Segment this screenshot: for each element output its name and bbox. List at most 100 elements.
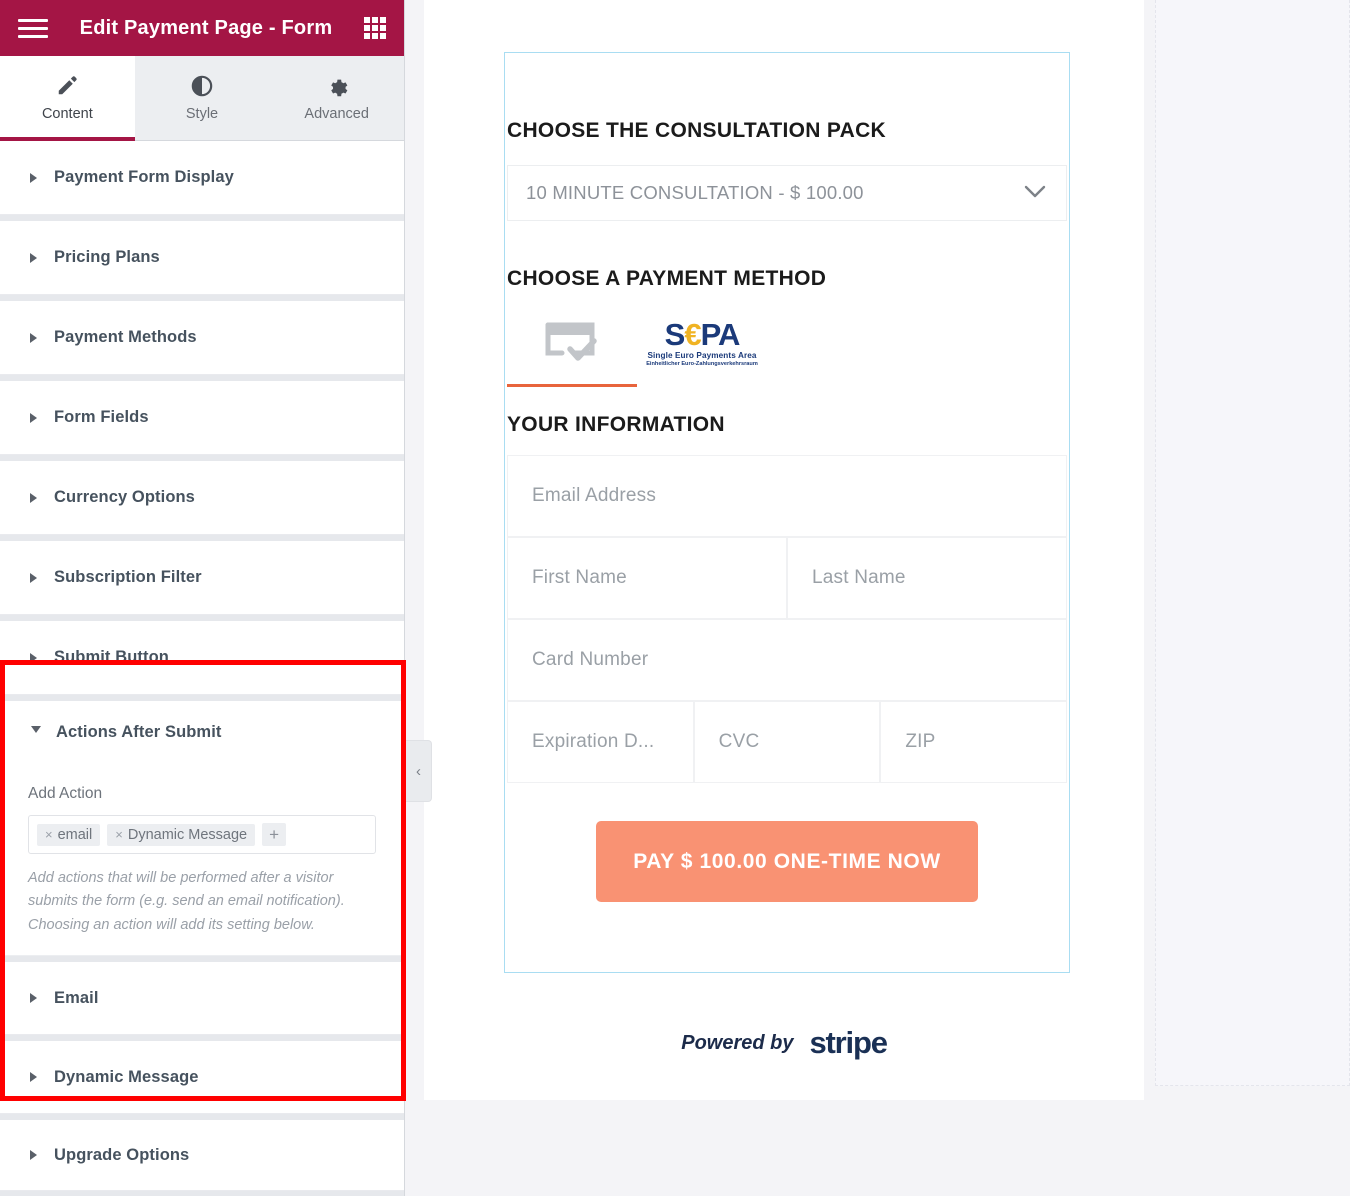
payment-form-inner: CHOOSE THE CONSULTATION PACK 10 MINUTE C…: [505, 53, 1069, 902]
payment-form-widget[interactable]: CHOOSE THE CONSULTATION PACK 10 MINUTE C…: [504, 52, 1070, 973]
last-name-field[interactable]: Last Name: [787, 537, 1067, 619]
sidebar-item-header[interactable]: Payment Methods: [0, 301, 404, 374]
tab-advanced[interactable]: Advanced: [269, 56, 404, 140]
remove-token-icon[interactable]: ×: [115, 827, 123, 842]
editor-sidebar: Edit Payment Page - Form Content Style A…: [0, 0, 405, 1196]
sidebar-item-header[interactable]: Form Fields: [0, 381, 404, 454]
sidebar-item-label: Payment Methods: [54, 328, 197, 346]
chevron-right-icon: [30, 332, 37, 343]
action-token-label: email: [57, 826, 93, 843]
page-title: Edit Payment Page - Form: [79, 16, 333, 39]
payment-method-heading: CHOOSE A PAYMENT METHOD: [507, 267, 827, 290]
cvc-field[interactable]: CVC: [693, 701, 881, 783]
card-payment-method[interactable]: [507, 299, 637, 387]
right-dashed-column: [1155, 0, 1350, 1086]
sepa-letter-s: S: [664, 316, 686, 352]
credit-card-check-icon: [544, 317, 600, 370]
sidebar-item-payment-methods[interactable]: Payment Methods: [0, 301, 404, 375]
remove-token-icon[interactable]: ×: [45, 827, 53, 842]
sidebar-item-pricing-plans[interactable]: Pricing Plans: [0, 221, 404, 295]
sidebar-tabs: Content Style Advanced: [0, 56, 404, 141]
email-field[interactable]: Email Address: [507, 455, 1067, 537]
chevron-down-icon: [31, 726, 41, 738]
sidebar-item-header[interactable]: Payment Form Display: [0, 141, 404, 214]
tab-style[interactable]: Style: [134, 56, 270, 140]
contrast-icon: [191, 75, 213, 97]
sidebar-item-label: Payment Form Display: [54, 168, 234, 186]
chevron-right-icon: [30, 652, 37, 663]
sidebar-item-header[interactable]: Dynamic Message: [0, 1041, 404, 1113]
stripe-logo: stripe: [809, 1025, 888, 1060]
sidebar-item-label: Pricing Plans: [54, 248, 160, 266]
add-action-help-text: Add actions that will be performed after…: [28, 870, 345, 933]
sidebar-item-form-fields[interactable]: Form Fields: [0, 381, 404, 455]
collapse-panel-handle[interactable]: ‹: [406, 740, 432, 802]
chevron-right-icon: [30, 172, 37, 183]
pay-now-button[interactable]: PAY $ 100.00 ONE-TIME NOW: [596, 821, 978, 902]
sidebar-item-header[interactable]: Pricing Plans: [0, 221, 404, 294]
chevron-down-icon: [1024, 182, 1046, 205]
sepa-logo-icon: S € PA Single Euro Payments Area Einheitli…: [646, 319, 758, 367]
app-root: CHOOSE THE CONSULTATION PACK 10 MINUTE C…: [0, 0, 1350, 1196]
chevron-right-icon: [30, 572, 37, 583]
payment-method-tabs: S € PA Single Euro Payments Area Einheitli…: [507, 299, 1067, 387]
hamburger-icon[interactable]: [18, 18, 48, 38]
tab-content[interactable]: Content: [0, 56, 135, 141]
sidebar-item-payment-form-display[interactable]: Payment Form Display: [0, 141, 404, 215]
sidebar-header: Edit Payment Page - Form: [0, 0, 404, 56]
sidebar-item-submit-button[interactable]: Submit Button: [0, 621, 404, 695]
consultation-pack-select[interactable]: 10 MINUTE CONSULTATION - $ 100.00: [507, 165, 1067, 221]
card-details-row: Expiration D... CVC ZIP: [507, 701, 1068, 783]
action-token-email[interactable]: × email: [37, 823, 101, 846]
add-action-input[interactable]: × email × Dynamic Message +: [28, 815, 376, 854]
sidebar-item-label: Submit Button: [54, 648, 169, 666]
chevron-right-icon: [30, 1150, 37, 1161]
powered-by-label: Powered by: [681, 1031, 794, 1054]
sidebar-item-label: Email: [54, 988, 99, 1007]
sidebar-item-label: Subscription Filter: [54, 568, 202, 586]
sidebar-item-label: Upgrade Options: [54, 1145, 190, 1164]
consultation-pack-select-value: 10 MINUTE CONSULTATION - $ 100.00: [526, 182, 864, 203]
sidebar-item-label: Actions After Submit: [56, 722, 222, 741]
sidebar-item-header[interactable]: Submit Button: [0, 621, 404, 694]
first-name-field[interactable]: First Name: [507, 537, 787, 619]
sidebar-item-header[interactable]: Email: [0, 962, 404, 1034]
card-number-field[interactable]: Card Number: [507, 619, 1067, 701]
consultation-pack-heading: CHOOSE THE CONSULTATION PACK: [507, 119, 887, 142]
expiration-field[interactable]: Expiration D...: [507, 701, 694, 783]
powered-by-stripe: Powered by stripe: [424, 1025, 1144, 1061]
add-token-icon[interactable]: +: [262, 823, 287, 846]
add-action-label: Add Action: [28, 785, 103, 802]
sidebar-item-currency-options[interactable]: Currency Options: [0, 461, 404, 535]
sidebar-item-header[interactable]: Upgrade Options: [0, 1120, 404, 1190]
sepa-letters-pa: PA: [700, 316, 741, 352]
sidebar-item-dynamic-message[interactable]: Dynamic Message: [0, 1041, 404, 1115]
action-token-dynamic-message[interactable]: × Dynamic Message: [107, 823, 256, 846]
zip-field[interactable]: ZIP: [880, 701, 1068, 783]
sidebar-item-header[interactable]: Actions After Submit: [0, 701, 404, 763]
sidebar-sections: Payment Form Display Pricing Plans Payme…: [0, 141, 404, 1192]
action-token-label: Dynamic Message: [127, 826, 248, 843]
sidebar-item-label: Dynamic Message: [54, 1067, 199, 1086]
gear-icon: [326, 75, 348, 97]
your-information-heading: YOUR INFORMATION: [507, 413, 725, 436]
chevron-right-icon: [30, 993, 37, 1004]
tab-style-label: Style: [185, 105, 219, 122]
sepa-payment-method[interactable]: S € PA Single Euro Payments Area Einheitli…: [637, 299, 767, 387]
sepa-euro-symbol: €: [684, 316, 701, 352]
sidebar-item-header[interactable]: Subscription Filter: [0, 541, 404, 614]
chevron-right-icon: [30, 412, 37, 423]
sidebar-item-upgrade-options[interactable]: Upgrade Options: [0, 1120, 404, 1192]
sidebar-item-email[interactable]: Email: [0, 962, 404, 1036]
chevron-right-icon: [30, 1072, 37, 1083]
sidebar-item-label: Form Fields: [54, 408, 149, 426]
sidebar-item-subscription-filter[interactable]: Subscription Filter: [0, 541, 404, 615]
pencil-icon: [56, 75, 78, 97]
grid-icon[interactable]: [364, 17, 386, 39]
actions-after-submit-body: Add Action × email × Dynamic Message + A…: [0, 763, 404, 956]
sidebar-item-header[interactable]: Currency Options: [0, 461, 404, 534]
form-preview-canvas: CHOOSE THE CONSULTATION PACK 10 MINUTE C…: [424, 0, 1144, 1100]
sidebar-item-label: Currency Options: [54, 488, 195, 506]
sidebar-item-actions-after-submit[interactable]: Actions After Submit Add Action × email …: [0, 701, 404, 957]
name-fields-row: First Name Last Name: [507, 537, 1067, 619]
